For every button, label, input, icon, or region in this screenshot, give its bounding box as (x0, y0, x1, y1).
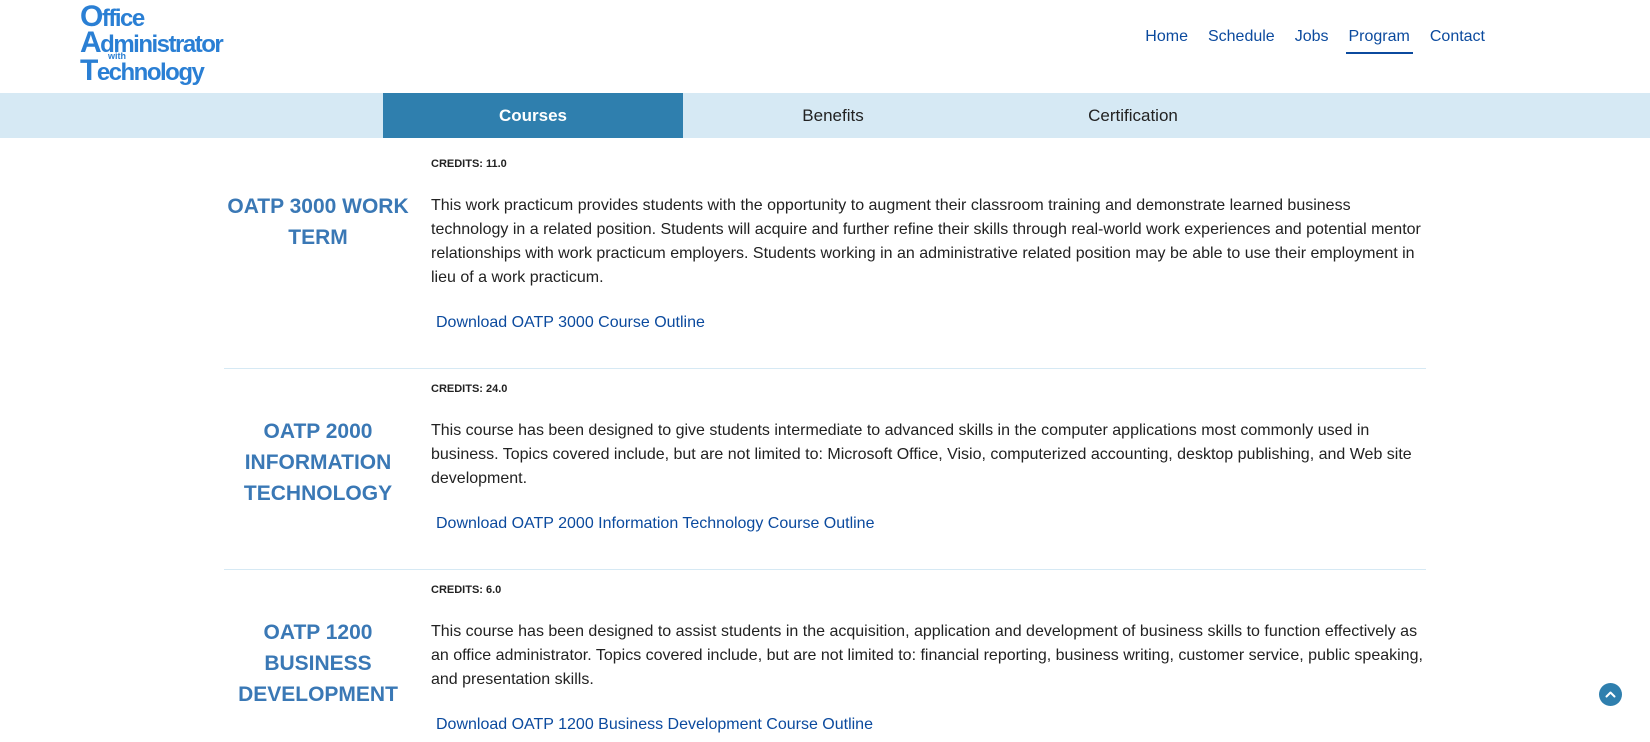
nav-contact[interactable]: Contact (1427, 24, 1488, 54)
course-divider (224, 368, 1426, 369)
course-credits: CREDITS: 11.0 (431, 158, 507, 170)
program-tabs: Courses Benefits Certification (0, 93, 1650, 138)
logo-technology: echnology (96, 59, 205, 86)
course-divider (224, 569, 1426, 570)
download-oatp-1200-link[interactable]: Download OATP 1200 Business Development … (436, 716, 873, 734)
course-title: OATP 1200 BUSINESS DEVELOPMENT (238, 621, 398, 706)
course-credits: CREDITS: 24.0 (431, 383, 508, 395)
download-oatp-2000-link[interactable]: Download OATP 2000 Information Technolog… (436, 515, 874, 533)
course-credits: CREDITS: 6.0 (431, 584, 502, 596)
nav-home[interactable]: Home (1142, 24, 1191, 54)
course-description: This course has been designed to assist … (431, 623, 1423, 688)
site-header: Office Administrator with Technology Hom… (0, 0, 1650, 93)
course-description: This course has been designed to give st… (431, 422, 1412, 487)
site-logo[interactable]: Office Administrator with Technology (80, 2, 224, 87)
scroll-to-top-button[interactable] (1599, 683, 1622, 706)
logo-initial-t: T (80, 54, 98, 87)
tab-benefits[interactable]: Benefits (683, 93, 983, 138)
course-description: This work practicum provides students wi… (431, 197, 1421, 286)
course-body: CREDITS: 11.0 This work practicum provid… (431, 157, 1431, 332)
logo-office: ffice (101, 5, 145, 32)
nav-schedule[interactable]: Schedule (1205, 24, 1278, 54)
chevron-up-icon (1605, 691, 1616, 698)
download-oatp-3000-link[interactable]: Download OATP 3000 Course Outline (436, 314, 705, 332)
nav-program[interactable]: Program (1345, 24, 1413, 54)
course-title: OATP 2000 INFORMATION TECHNOLOGY (243, 420, 393, 505)
nav-jobs[interactable]: Jobs (1292, 24, 1332, 54)
tab-certification[interactable]: Certification (983, 93, 1283, 138)
course-body: CREDITS: 6.0 This course has been design… (431, 583, 1431, 734)
tab-courses[interactable]: Courses (383, 93, 683, 138)
main-nav: Home Schedule Jobs Program Contact (1128, 24, 1488, 54)
course-body: CREDITS: 24.0 This course has been desig… (431, 382, 1431, 533)
course-title: OATP 3000 WORK TERM (227, 195, 409, 249)
